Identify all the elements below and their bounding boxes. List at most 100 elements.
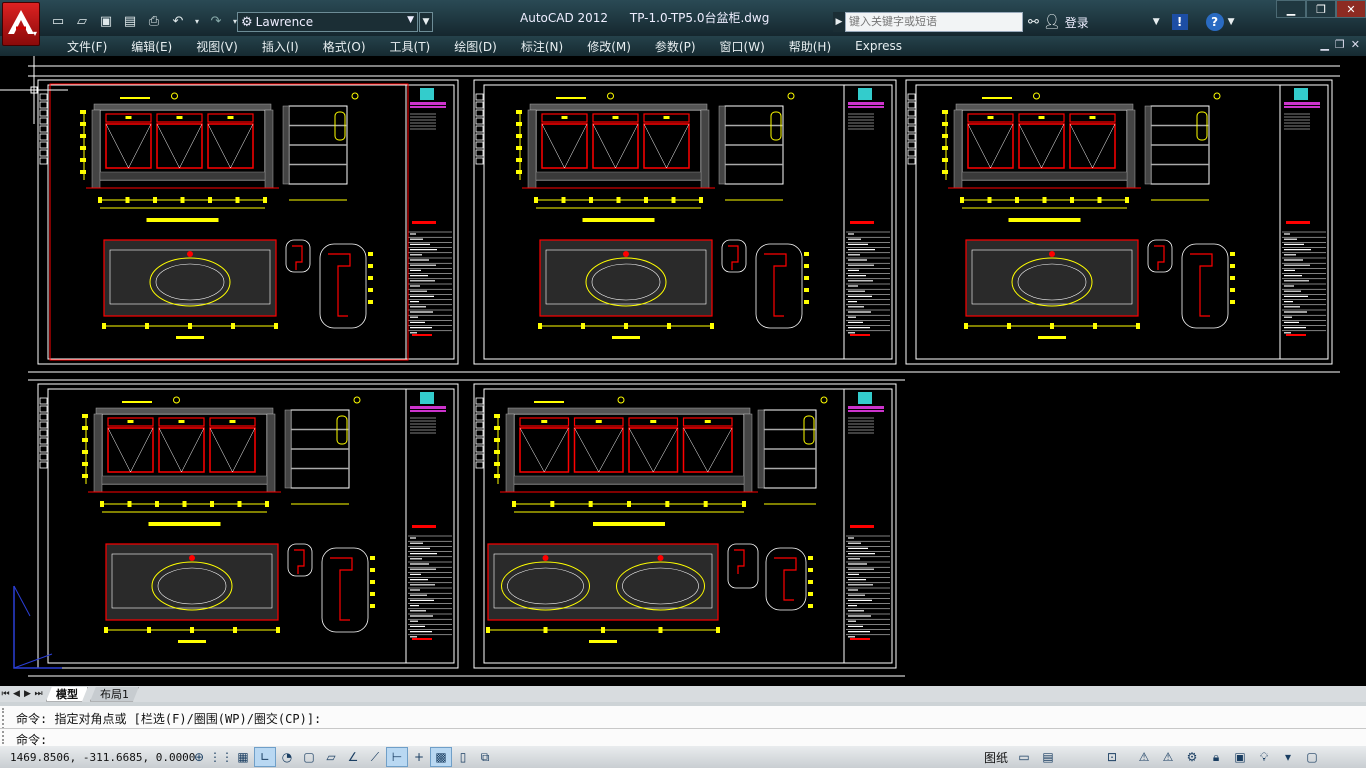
- logo-mark: [420, 88, 434, 100]
- detail-label: [370, 568, 375, 572]
- menu-edit[interactable]: 编辑(E): [119, 38, 184, 55]
- section-mark: [1033, 92, 1040, 100]
- chevron-down-icon[interactable]: ▾: [192, 12, 202, 30]
- menu-parametric[interactable]: 参数(P): [643, 38, 708, 55]
- snap-icon[interactable]: ⊕: [188, 747, 210, 767]
- sc-icon[interactable]: ▯: [452, 747, 474, 767]
- qp-icon[interactable]: ▩: [430, 747, 452, 767]
- doc-restore-icon[interactable]: ❐: [1335, 38, 1345, 51]
- new-icon[interactable]: ▭: [48, 12, 68, 30]
- document-window-controls: ▁ ❐ ✕: [1320, 38, 1360, 51]
- menu-file[interactable]: 文件(F): [55, 38, 119, 55]
- side-wall: [527, 109, 537, 189]
- maximize-viewport-icon[interactable]: ⊡: [1101, 747, 1123, 767]
- menu-express[interactable]: Express: [843, 39, 914, 53]
- transparency-icon[interactable]: +: [408, 747, 430, 767]
- osnap-icon[interactable]: ◔: [276, 747, 298, 767]
- cursor-coordinates[interactable]: 1469.8506, -311.6685, 0.0000: [0, 751, 195, 764]
- save-as-icon[interactable]: ▤: [120, 12, 140, 30]
- detail-label: [370, 604, 375, 608]
- annotation-icon[interactable]: ⧉: [474, 747, 496, 767]
- workspace-switch-icon[interactable]: ⚙: [1181, 747, 1203, 767]
- application-menu-button[interactable]: ▾: [2, 2, 40, 46]
- first-tab-icon[interactable]: ⏮: [0, 687, 11, 701]
- login-button[interactable]: 登录: [1065, 14, 1089, 31]
- chevron-down-icon[interactable]: ▼: [1153, 17, 1160, 27]
- menu-insert[interactable]: 插入(I): [250, 38, 311, 55]
- last-tab-icon[interactable]: ⏭: [33, 687, 44, 701]
- hardware-acceleration-icon[interactable]: ▣: [1229, 747, 1251, 767]
- title-bar-mark: [848, 102, 884, 105]
- doc-minimize-icon[interactable]: ▁: [1320, 38, 1328, 51]
- workspace-name: Lawrence: [255, 15, 314, 29]
- tab-layout1[interactable]: 布局1: [90, 687, 139, 702]
- clean-screen-icon[interactable]: ▢: [1301, 747, 1323, 767]
- drawing-area[interactable]: [0, 56, 1366, 686]
- menu-view[interactable]: 视图(V): [184, 38, 250, 55]
- strip-box: [475, 461, 484, 469]
- sheet-inner-border: [915, 84, 1329, 360]
- title-red-mark: [850, 638, 870, 640]
- annotation-visibility-icon[interactable]: ⚠: [1157, 747, 1179, 767]
- menu-dimension[interactable]: 标注(N): [509, 38, 575, 55]
- exchange-icon[interactable]: !: [1171, 14, 1188, 30]
- next-tab-icon[interactable]: ▶: [22, 687, 33, 701]
- help-icon[interactable]: ?: [1205, 13, 1224, 31]
- strip-box: [39, 413, 48, 421]
- menu-modify[interactable]: 修改(M): [575, 38, 643, 55]
- layout-tabs-bar: ⏮ ◀ ▶ ⏭ 模型 布局1: [0, 686, 1366, 702]
- sheet-inner-border: [483, 388, 893, 664]
- customize-qat-button[interactable]: ▼: [419, 12, 433, 32]
- paper-model-toggle[interactable]: 图纸: [984, 749, 1008, 766]
- expand-icon[interactable]: ▶: [833, 12, 845, 32]
- close-icon[interactable]: ✕: [1336, 0, 1366, 18]
- countertop-plan: [487, 543, 719, 621]
- redo-icon[interactable]: ↷: [206, 12, 226, 30]
- chevron-down-icon[interactable]: ▾: [1277, 747, 1299, 767]
- isolate-objects-icon[interactable]: 💡︎: [1253, 747, 1275, 767]
- lineweight-icon[interactable]: ⊢: [386, 747, 408, 767]
- quick-view-drawings-icon[interactable]: ▤: [1037, 747, 1059, 767]
- menu-draw[interactable]: 绘图(D): [442, 38, 509, 55]
- save-icon[interactable]: ▣: [96, 12, 116, 30]
- 3d-osnap-icon[interactable]: ▢: [298, 747, 320, 767]
- search-input[interactable]: [845, 12, 1023, 32]
- restore-icon[interactable]: ❐: [1306, 0, 1336, 18]
- command-line-input[interactable]: 命令:: [0, 728, 1366, 747]
- ortho-icon[interactable]: ▦: [232, 747, 254, 767]
- grid-icon[interactable]: ⋮⋮: [209, 747, 233, 767]
- minimize-icon[interactable]: ▁: [1276, 0, 1306, 18]
- dimension-tick: [543, 627, 548, 633]
- lock-icon[interactable]: 🔒︎: [1205, 747, 1227, 767]
- menu-format[interactable]: 格式(O): [311, 38, 378, 55]
- workspace-select[interactable]: ⚙ Lawrence ▼: [237, 12, 418, 32]
- drawer-pull: [227, 116, 234, 119]
- detail-bubble: [1147, 239, 1173, 273]
- quick-view-layouts-icon[interactable]: ▭: [1013, 747, 1035, 767]
- menu-tools[interactable]: 工具(T): [378, 38, 443, 55]
- annotation-scale-icon[interactable]: ⚠: [1133, 747, 1155, 767]
- drawer-pull: [127, 420, 134, 423]
- user-icon[interactable]: 👤︎: [1043, 14, 1061, 30]
- chevron-down-icon[interactable]: ▼: [1228, 17, 1235, 27]
- cabinet-outline: [101, 413, 268, 485]
- view-title: [1008, 218, 1081, 222]
- binoculars-icon[interactable]: ⚯: [1028, 15, 1039, 30]
- plot-icon[interactable]: ⎙: [144, 12, 164, 30]
- polar-icon[interactable]: ∟: [254, 747, 276, 767]
- ducs-icon[interactable]: ∠: [342, 747, 364, 767]
- menu-help[interactable]: 帮助(H): [777, 38, 843, 55]
- dimension-tick: [658, 627, 663, 633]
- prev-tab-icon[interactable]: ◀: [11, 687, 22, 701]
- doc-close-icon[interactable]: ✕: [1351, 38, 1360, 51]
- strip-box: [475, 141, 484, 149]
- tab-model[interactable]: 模型: [46, 687, 88, 702]
- menu-window[interactable]: 窗口(W): [708, 38, 777, 55]
- detail-label: [804, 288, 809, 292]
- undo-icon[interactable]: ↶: [168, 12, 188, 30]
- dimension-tick: [82, 474, 88, 478]
- dimension-tick: [276, 627, 280, 633]
- open-icon[interactable]: ▱: [72, 12, 92, 30]
- otrack-icon[interactable]: ▱: [320, 747, 342, 767]
- dyn-icon[interactable]: ⟋: [364, 747, 386, 767]
